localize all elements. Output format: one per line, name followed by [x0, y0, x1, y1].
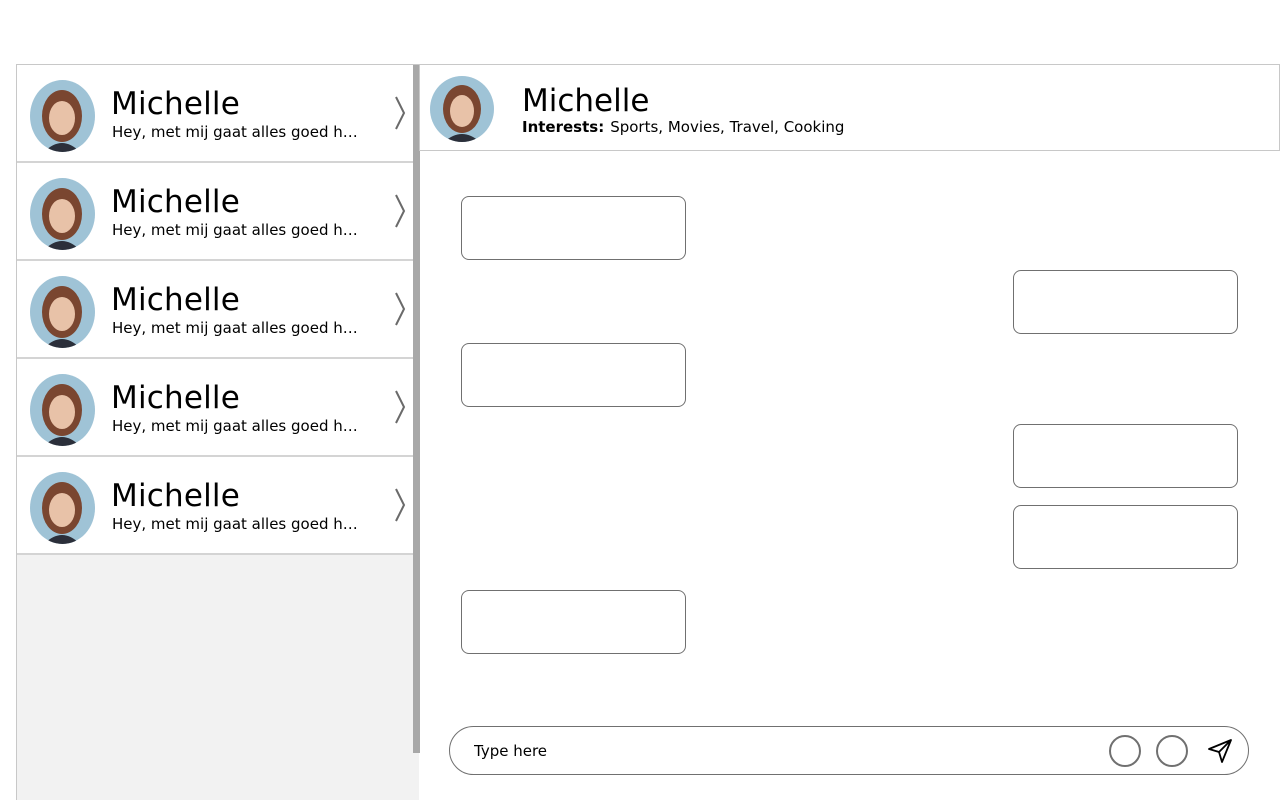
contact-item[interactable]: Michelle Hey, met mij gaat alles goed ho…: [17, 163, 413, 261]
contact-name: Michelle: [111, 478, 241, 514]
interests-label: Interests:: [522, 118, 605, 136]
contact-item[interactable]: Michelle Hey, met mij gaat alles goed ho…: [17, 261, 413, 359]
contact-name: Michelle: [111, 86, 241, 122]
send-icon[interactable]: [1206, 737, 1234, 765]
contact-name: Michelle: [111, 282, 241, 318]
message-preview: Hey, met mij gaat alles goed hoor...: [112, 417, 362, 435]
message-bubble-received: [461, 590, 686, 654]
message-preview: Hey, met mij gaat alles goed hoor...: [112, 123, 362, 141]
chevron-right-icon[interactable]: [393, 291, 407, 327]
circle-icon[interactable]: [1109, 735, 1141, 767]
avatar: [430, 76, 494, 142]
sidebar-scrollbar[interactable]: [413, 65, 420, 753]
avatar: [30, 80, 95, 152]
message-input[interactable]: [474, 739, 1094, 763]
avatar: [30, 374, 95, 446]
contact-name: Michelle: [111, 184, 241, 220]
chevron-right-icon[interactable]: [393, 193, 407, 229]
contact-item[interactable]: Michelle Hey, met mij gaat alles goed ho…: [17, 457, 413, 555]
contact-list: Michelle Hey, met mij gaat alles goed ho…: [17, 65, 413, 555]
message-bubble-sent: [1013, 424, 1238, 488]
chat-contact-name: Michelle: [522, 83, 650, 119]
avatar: [30, 276, 95, 348]
interests-line: Interests: Sports, Movies, Travel, Cookin…: [522, 117, 844, 137]
message-bubble-received: [461, 196, 686, 260]
chevron-right-icon[interactable]: [393, 95, 407, 131]
contact-item[interactable]: Michelle Hey, met mij gaat alles goed ho…: [17, 65, 413, 163]
chevron-right-icon[interactable]: [393, 487, 407, 523]
message-preview: Hey, met mij gaat alles goed hoor...: [112, 221, 362, 239]
contact-item[interactable]: Michelle Hey, met mij gaat alles goed ho…: [17, 359, 413, 457]
interests-value: Sports, Movies, Travel, Cooking: [610, 118, 845, 136]
chat-header: Michelle Interests: Sports, Movies, Trave…: [419, 64, 1280, 151]
message-bubble-sent: [1013, 270, 1238, 334]
contacts-sidebar: Michelle Hey, met mij gaat alles goed ho…: [16, 64, 420, 800]
avatar: [30, 178, 95, 250]
message-composer: [449, 726, 1249, 775]
message-preview: Hey, met mij gaat alles goed hoor...: [112, 319, 362, 337]
avatar: [30, 472, 95, 544]
chevron-right-icon[interactable]: [393, 389, 407, 425]
circle-icon[interactable]: [1156, 735, 1188, 767]
message-bubble-sent: [1013, 505, 1238, 569]
message-bubble-received: [461, 343, 686, 407]
contact-name: Michelle: [111, 380, 241, 416]
message-preview: Hey, met mij gaat alles goed hoor...: [112, 515, 362, 533]
